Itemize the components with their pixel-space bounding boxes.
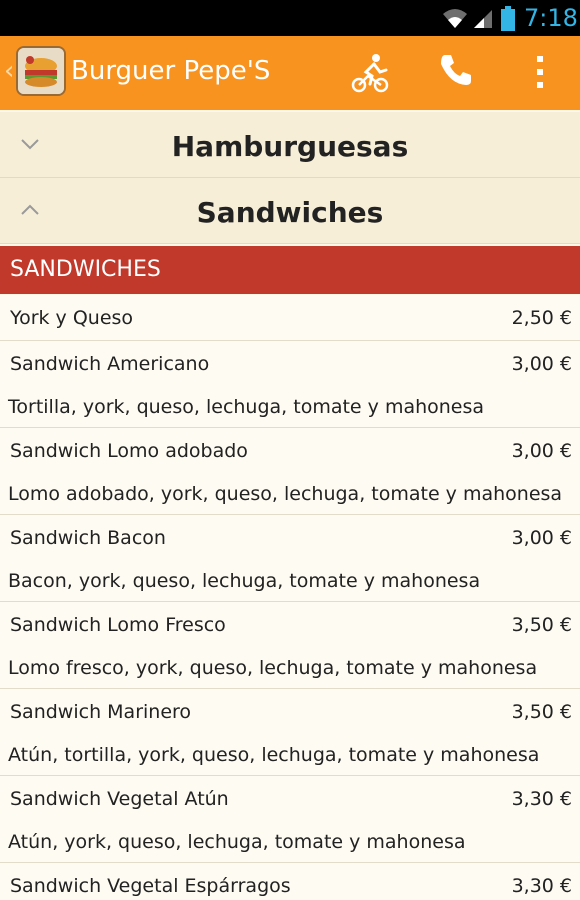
group-header-hamburguesas[interactable]: Hamburguesas bbox=[0, 112, 580, 178]
action-bar: ‹ Burguer Pepe'S bbox=[0, 36, 580, 110]
item-price: 3,50 € bbox=[511, 614, 572, 636]
item-name: Sandwich Bacon bbox=[10, 527, 166, 549]
menu-item[interactable]: Sandwich Vegetal Atún 3,30 € Atún, york,… bbox=[0, 776, 580, 863]
menu-item[interactable]: York y Queso 2,50 € bbox=[0, 295, 580, 341]
group-label: Hamburguesas bbox=[171, 130, 409, 163]
section-label: SANDWICHES bbox=[10, 257, 161, 282]
app-title: Burguer Pepe'S bbox=[71, 56, 271, 86]
group-header-sandwiches[interactable]: Sandwiches bbox=[0, 178, 580, 244]
item-name: York y Queso bbox=[10, 307, 134, 329]
wifi-icon bbox=[443, 9, 467, 28]
signal-icon bbox=[474, 10, 492, 28]
item-name: Sandwich Lomo Fresco bbox=[10, 614, 226, 636]
overflow-menu-icon[interactable] bbox=[530, 54, 550, 90]
item-price: 3,00 € bbox=[511, 527, 572, 549]
item-name: Sandwich Marinero bbox=[10, 701, 192, 723]
phone-icon[interactable] bbox=[438, 52, 474, 88]
menu-item[interactable]: Sandwich Bacon 3,00 € Bacon, york, queso… bbox=[0, 515, 580, 602]
item-description: Atún, york, queso, lechuga, tomate y mah… bbox=[8, 831, 466, 853]
item-price: 2,50 € bbox=[511, 307, 572, 329]
battery-icon bbox=[501, 6, 515, 31]
status-bar: 7:18 bbox=[0, 0, 580, 36]
menu-item[interactable]: Sandwich Lomo adobado 3,00 € Lomo adobad… bbox=[0, 428, 580, 515]
delivery-icon[interactable] bbox=[350, 52, 390, 94]
item-name: Sandwich Lomo adobado bbox=[10, 440, 248, 462]
item-description: Lomo adobado, york, queso, lechuga, toma… bbox=[8, 483, 563, 505]
item-name: Sandwich Vegetal Espárragos bbox=[10, 875, 291, 897]
item-price: 3,30 € bbox=[511, 788, 572, 810]
item-name: Sandwich Vegetal Atún bbox=[10, 788, 229, 810]
menu-item[interactable]: Sandwich Vegetal Espárragos 3,30 € bbox=[0, 863, 580, 900]
section-header: SANDWICHES bbox=[0, 246, 580, 294]
group-label: Sandwiches bbox=[196, 196, 384, 229]
menu-item[interactable]: Sandwich Lomo Fresco 3,50 € Lomo fresco,… bbox=[0, 602, 580, 689]
item-description: Bacon, york, queso, lechuga, tomate y ma… bbox=[8, 570, 481, 592]
item-description: Atún, tortilla, york, queso, lechuga, to… bbox=[8, 744, 540, 766]
menu-item[interactable]: Sandwich Americano 3,00 € Tortilla, york… bbox=[0, 341, 580, 428]
item-price: 3,50 € bbox=[511, 701, 572, 723]
item-price: 3,00 € bbox=[511, 440, 572, 462]
menu-item[interactable]: Sandwich Marinero 3,50 € Atún, tortilla,… bbox=[0, 689, 580, 776]
up-caret-icon[interactable]: ‹ bbox=[4, 58, 14, 84]
status-clock: 7:18 bbox=[524, 4, 578, 32]
item-price: 3,00 € bbox=[511, 353, 572, 375]
menu-list: York y Queso 2,50 € Sandwich Americano 3… bbox=[0, 295, 580, 900]
item-description: Tortilla, york, queso, lechuga, tomate y… bbox=[8, 396, 485, 418]
item-name: Sandwich Americano bbox=[10, 353, 210, 375]
item-price: 3,30 € bbox=[511, 875, 572, 897]
item-description: Lomo fresco, york, queso, lechuga, tomat… bbox=[8, 657, 538, 679]
restaurant-logo[interactable] bbox=[16, 46, 66, 96]
